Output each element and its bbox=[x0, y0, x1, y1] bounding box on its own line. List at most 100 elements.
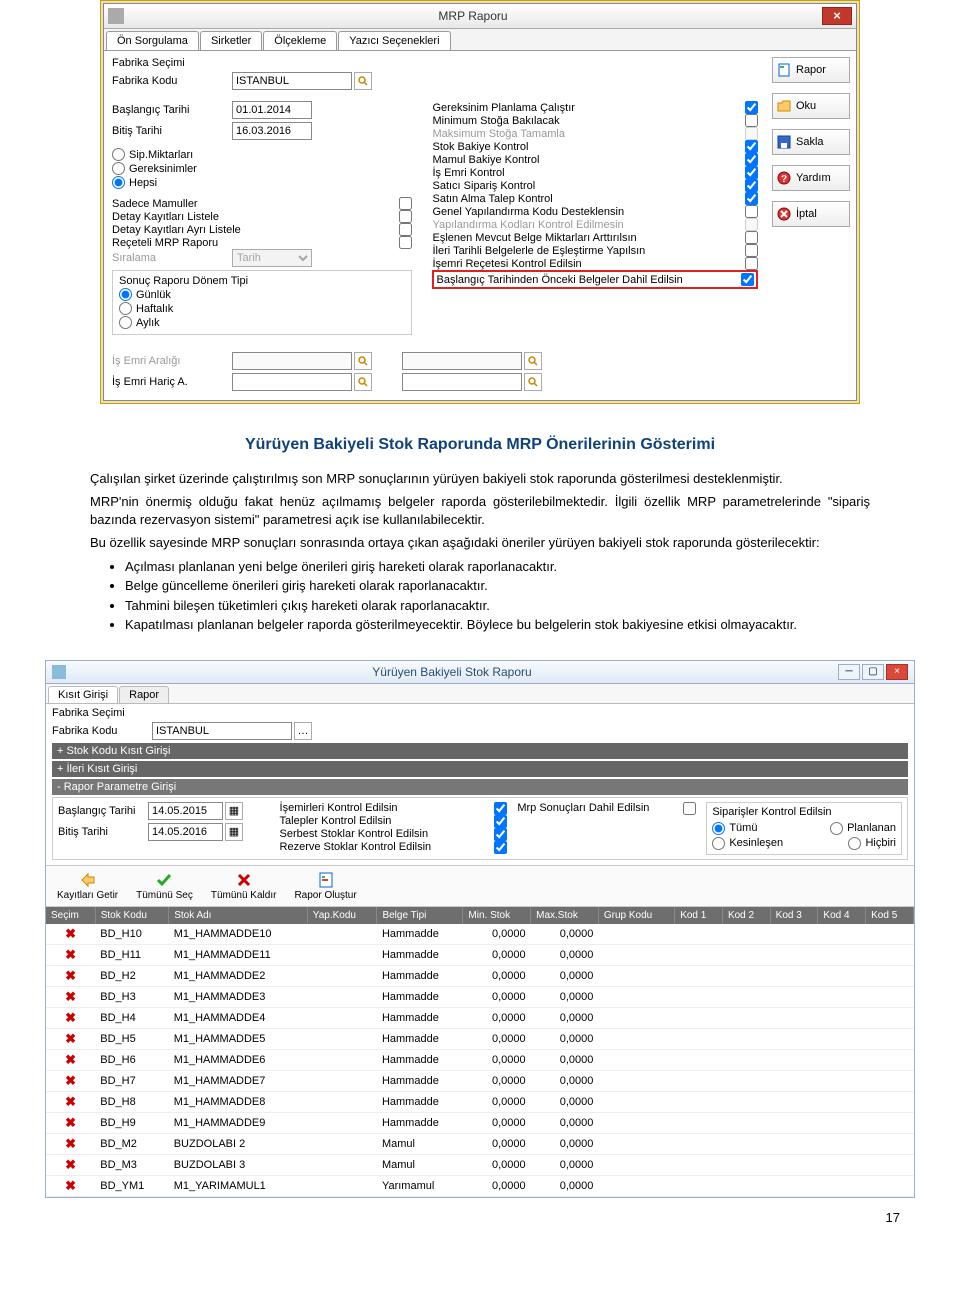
checkbox[interactable] bbox=[745, 101, 758, 114]
column-header[interactable]: Grup Kodu bbox=[598, 907, 674, 924]
column-header[interactable]: Belge Tipi bbox=[377, 907, 463, 924]
expand-ileri-kisit[interactable]: + İleri Kısıt Girişi bbox=[52, 761, 908, 777]
close-icon[interactable]: × bbox=[886, 664, 908, 680]
tab-yazici[interactable]: Yazıcı Seçenekleri bbox=[338, 31, 450, 50]
column-header[interactable]: Kod 1 bbox=[675, 907, 723, 924]
radio-haftalik[interactable] bbox=[119, 302, 132, 315]
column-header[interactable]: Max.Stok bbox=[531, 907, 599, 924]
select-cell[interactable]: ✖ bbox=[46, 1028, 95, 1049]
radio-sipmiktarlari[interactable] bbox=[112, 148, 125, 161]
oku-button[interactable]: Oku bbox=[772, 93, 850, 119]
table-row[interactable]: ✖BD_M2BUZDOLABI 2Mamul0,00000,0000 bbox=[46, 1133, 914, 1154]
table-row[interactable]: ✖BD_H10M1_HAMMADDE10Hammadde0,00000,0000 bbox=[46, 924, 914, 945]
table-row[interactable]: ✖BD_H5M1_HAMMADDE5Hammadde0,00000,0000 bbox=[46, 1028, 914, 1049]
checkbox[interactable] bbox=[494, 828, 507, 841]
checkbox[interactable] bbox=[745, 166, 758, 179]
minimize-icon[interactable]: ─ bbox=[838, 664, 860, 680]
radio-gereksinimler[interactable] bbox=[112, 162, 125, 175]
lookup-icon[interactable] bbox=[524, 352, 542, 370]
kayitlari-getir-button[interactable]: Kayıtları Getir bbox=[51, 869, 124, 903]
tab-on-sorgulama[interactable]: Ön Sorgulama bbox=[106, 31, 199, 50]
isemri-haric-input[interactable] bbox=[232, 373, 352, 391]
column-header[interactable]: Stok Adı bbox=[169, 907, 308, 924]
column-header[interactable]: Kod 3 bbox=[770, 907, 818, 924]
isemri-haric-input2[interactable] bbox=[402, 373, 522, 391]
tumunu-kaldir-button[interactable]: Tümünü Kaldır bbox=[205, 869, 283, 903]
checkbox[interactable] bbox=[745, 140, 758, 153]
radio[interactable] bbox=[830, 822, 843, 835]
checkbox[interactable] bbox=[745, 257, 758, 270]
checkbox[interactable] bbox=[399, 236, 412, 249]
column-header[interactable]: Yap.Kodu bbox=[307, 907, 377, 924]
checkbox[interactable] bbox=[745, 153, 758, 166]
table-row[interactable]: ✖BD_H8M1_HAMMADDE8Hammadde0,00000,0000 bbox=[46, 1091, 914, 1112]
rapor-button[interactable]: Rapor bbox=[772, 57, 850, 83]
bitis-input[interactable] bbox=[232, 122, 312, 140]
calendar-icon[interactable]: ▦ bbox=[225, 802, 243, 820]
expand-stok-kodu[interactable]: + Stok Kodu Kısıt Girişi bbox=[52, 743, 908, 759]
column-header[interactable]: Kod 4 bbox=[818, 907, 866, 924]
radio-aylik[interactable] bbox=[119, 316, 132, 329]
maximize-icon[interactable]: ▢ bbox=[862, 664, 884, 680]
select-cell[interactable]: ✖ bbox=[46, 965, 95, 986]
mrp-sonuclari-checkbox[interactable] bbox=[683, 802, 696, 815]
checkbox[interactable] bbox=[745, 192, 758, 205]
lookup-icon[interactable] bbox=[354, 373, 372, 391]
checkbox[interactable] bbox=[399, 223, 412, 236]
iptal-button[interactable]: İptal bbox=[772, 201, 850, 227]
column-header[interactable]: Min. Stok bbox=[463, 907, 531, 924]
radio-hepsi[interactable] bbox=[112, 176, 125, 189]
checkbox[interactable] bbox=[745, 179, 758, 192]
checkbox[interactable] bbox=[745, 231, 758, 244]
fabrika-kodu-input[interactable] bbox=[152, 722, 292, 740]
lookup-icon[interactable] bbox=[524, 373, 542, 391]
tab-kisit-girisi[interactable]: Kısıt Girişi bbox=[48, 686, 118, 703]
checkbox[interactable] bbox=[494, 802, 507, 815]
checkbox[interactable] bbox=[494, 841, 507, 854]
table-row[interactable]: ✖BD_H11M1_HAMMADDE11Hammadde0,00000,0000 bbox=[46, 944, 914, 965]
tumunu-sec-button[interactable]: Tümünü Seç bbox=[130, 869, 199, 903]
lookup-icon[interactable]: … bbox=[294, 722, 312, 740]
highlight-checkbox[interactable] bbox=[741, 273, 754, 286]
table-row[interactable]: ✖BD_H3M1_HAMMADDE3Hammadde0,00000,0000 bbox=[46, 986, 914, 1007]
bitis-input[interactable] bbox=[148, 823, 223, 841]
column-header[interactable]: Stok Kodu bbox=[95, 907, 168, 924]
select-cell[interactable]: ✖ bbox=[46, 1070, 95, 1091]
tab-rapor[interactable]: Rapor bbox=[119, 686, 169, 703]
table-row[interactable]: ✖BD_H4M1_HAMMADDE4Hammadde0,00000,0000 bbox=[46, 1007, 914, 1028]
column-header[interactable]: Kod 2 bbox=[722, 907, 770, 924]
checkbox[interactable] bbox=[399, 210, 412, 223]
radio[interactable] bbox=[712, 822, 725, 835]
select-cell[interactable]: ✖ bbox=[46, 1154, 95, 1175]
lookup-icon[interactable] bbox=[354, 352, 372, 370]
select-cell[interactable]: ✖ bbox=[46, 1091, 95, 1112]
expand-rapor-parametre[interactable]: - Rapor Parametre Girişi bbox=[52, 779, 908, 795]
select-cell[interactable]: ✖ bbox=[46, 1112, 95, 1133]
lookup-icon[interactable] bbox=[354, 72, 372, 90]
tab-olcekleme[interactable]: Ölçekleme bbox=[263, 31, 337, 50]
table-row[interactable]: ✖BD_YM1M1_YARIMAMUL1Yarımamul0,00000,000… bbox=[46, 1175, 914, 1196]
select-cell[interactable]: ✖ bbox=[46, 1049, 95, 1070]
table-row[interactable]: ✖BD_H2M1_HAMMADDE2Hammadde0,00000,0000 bbox=[46, 965, 914, 986]
select-cell[interactable]: ✖ bbox=[46, 924, 95, 945]
select-cell[interactable]: ✖ bbox=[46, 1007, 95, 1028]
select-cell[interactable]: ✖ bbox=[46, 1175, 95, 1196]
table-row[interactable]: ✖BD_H6M1_HAMMADDE6Hammadde0,00000,0000 bbox=[46, 1049, 914, 1070]
checkbox[interactable] bbox=[399, 197, 412, 210]
yardim-button[interactable]: ?Yardım bbox=[772, 165, 850, 191]
checkbox[interactable] bbox=[745, 205, 758, 218]
sakla-button[interactable]: Sakla bbox=[772, 129, 850, 155]
calendar-icon[interactable]: ▦ bbox=[225, 823, 243, 841]
baslangic-input[interactable] bbox=[232, 101, 312, 119]
radio-gunluk[interactable] bbox=[119, 288, 132, 301]
checkbox[interactable] bbox=[745, 244, 758, 257]
close-icon[interactable]: × bbox=[822, 7, 852, 25]
select-cell[interactable]: ✖ bbox=[46, 1133, 95, 1154]
rapor-olustur-button[interactable]: Rapor Oluştur bbox=[288, 869, 362, 903]
radio[interactable] bbox=[712, 837, 725, 850]
checkbox[interactable] bbox=[745, 114, 758, 127]
fabrika-kodu-input[interactable] bbox=[232, 72, 352, 90]
table-row[interactable]: ✖BD_H7M1_HAMMADDE7Hammadde0,00000,0000 bbox=[46, 1070, 914, 1091]
table-row[interactable]: ✖BD_H9M1_HAMMADDE9Hammadde0,00000,0000 bbox=[46, 1112, 914, 1133]
baslangic-input[interactable] bbox=[148, 802, 223, 820]
